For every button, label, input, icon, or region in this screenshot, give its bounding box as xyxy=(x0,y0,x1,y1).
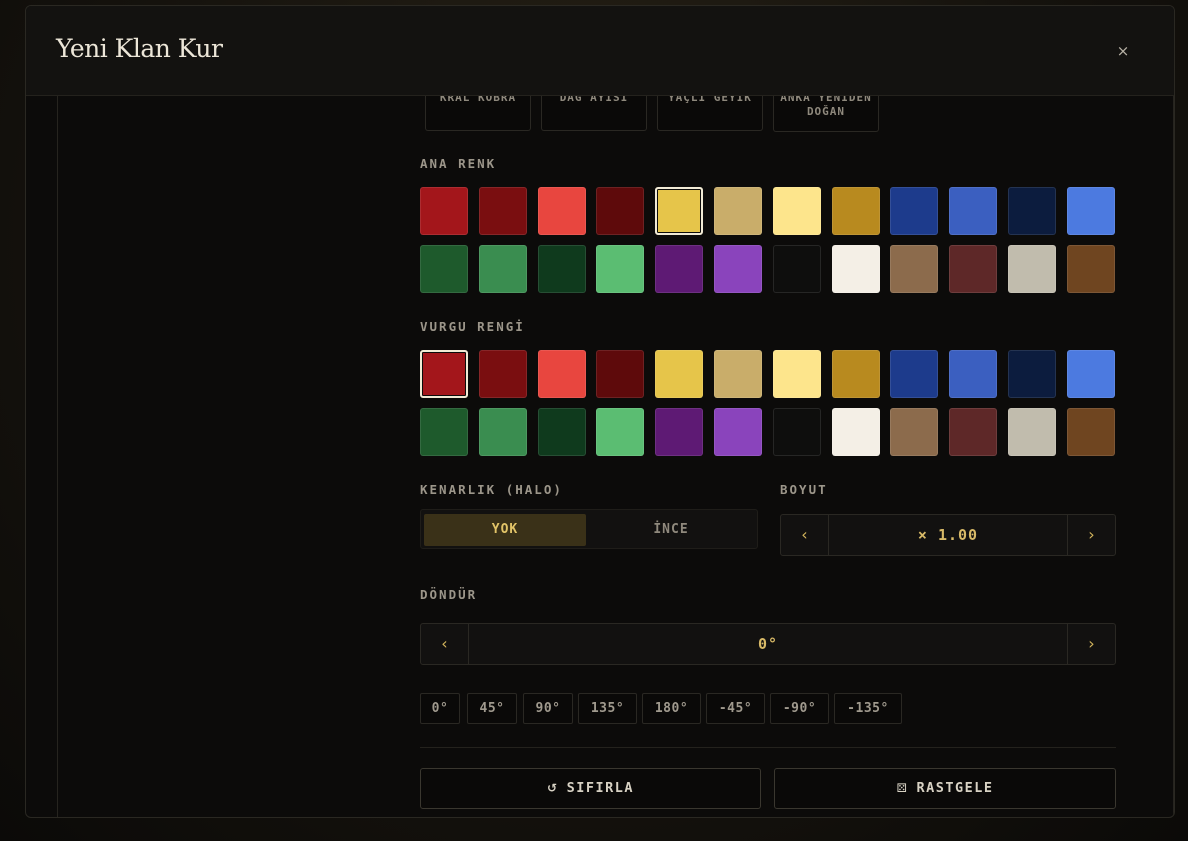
reset-icon: ↺ xyxy=(547,781,559,795)
accent-color-swatch[interactable] xyxy=(478,350,527,398)
angle-preset-0[interactable]: 0° xyxy=(420,693,460,724)
modal-header: Yeni Klan Kur × xyxy=(26,6,1174,96)
primary-color-swatch[interactable] xyxy=(772,245,821,293)
primary-color-swatch[interactable] xyxy=(478,245,527,293)
accent-color-swatch[interactable] xyxy=(949,408,998,456)
rotate-decrease-button[interactable]: ‹ xyxy=(421,624,469,664)
primary-color-swatch[interactable] xyxy=(420,187,468,235)
accent-color-swatch[interactable] xyxy=(420,408,468,456)
accent-color-swatch[interactable] xyxy=(596,408,645,456)
accent-color-swatch[interactable] xyxy=(1008,408,1056,456)
random-label: RASTGELE xyxy=(916,780,994,796)
primary-color-swatch[interactable] xyxy=(772,187,821,235)
primary-color-swatch[interactable] xyxy=(537,245,586,293)
angle-preset-minus-90[interactable]: -90° xyxy=(770,693,829,724)
accent-color-swatch[interactable] xyxy=(1008,350,1056,398)
angle-preset-90[interactable]: 90° xyxy=(523,693,573,724)
primary-color-swatch[interactable] xyxy=(831,245,880,293)
rotate-value: 0° xyxy=(757,635,779,653)
accent-color-swatch[interactable] xyxy=(537,350,586,398)
primary-color-swatch[interactable] xyxy=(655,187,704,235)
accent-color-label: VURGU RENGİ xyxy=(420,319,525,334)
accent-color-swatch[interactable] xyxy=(831,408,880,456)
accent-color-swatch[interactable] xyxy=(890,350,939,398)
primary-color-label: ANA RENK xyxy=(420,156,497,171)
random-button[interactable]: ⚄ RASTGELE xyxy=(774,768,1116,809)
primary-color-swatch[interactable] xyxy=(714,245,762,293)
accent-color-swatch[interactable] xyxy=(890,408,939,456)
halo-option-none[interactable]: YOK xyxy=(424,514,586,546)
accent-color-swatch[interactable] xyxy=(478,408,527,456)
primary-color-swatch[interactable] xyxy=(537,187,586,235)
accent-color-swatch[interactable] xyxy=(420,350,468,398)
angle-preset-180[interactable]: 180° xyxy=(642,693,701,724)
modal-title: Yeni Klan Kur xyxy=(56,34,223,63)
accent-color-swatch[interactable] xyxy=(1066,350,1115,398)
primary-color-swatch[interactable] xyxy=(949,245,998,293)
primary-color-swatch[interactable] xyxy=(1008,187,1056,235)
accent-color-swatch[interactable] xyxy=(714,350,762,398)
preset-king-cobra[interactable]: KRAL KOBRA xyxy=(425,96,531,131)
preset-mountain-bear[interactable]: DAĞ AYISI xyxy=(541,96,647,131)
dice-icon: ⚄ xyxy=(896,781,909,795)
accent-color-swatch[interactable] xyxy=(831,350,880,398)
primary-color-swatch[interactable] xyxy=(1066,245,1115,293)
rotate-increase-button[interactable]: › xyxy=(1067,624,1115,664)
create-clan-modal: Yeni Klan Kur × KRAL KOBRA DAĞ AYISI YAÇ… xyxy=(25,5,1175,818)
primary-color-swatch[interactable] xyxy=(714,187,762,235)
angle-preset-135[interactable]: 135° xyxy=(578,693,637,724)
size-increase-button[interactable]: › xyxy=(1067,515,1115,555)
primary-color-swatch[interactable] xyxy=(890,245,939,293)
accent-color-swatch[interactable] xyxy=(655,408,704,456)
accent-color-swatch[interactable] xyxy=(596,350,645,398)
preset-phoenix[interactable]: ANKA YENİDEN DOĞAN xyxy=(773,96,879,132)
size-value: × 1.00 xyxy=(917,526,979,544)
accent-color-swatch[interactable] xyxy=(714,408,762,456)
size-label: BOYUT xyxy=(780,482,828,497)
rotate-label: DÖNDÜR xyxy=(420,587,478,602)
halo-toggle: YOK İNCE xyxy=(420,509,758,549)
primary-color-swatch[interactable] xyxy=(420,245,468,293)
primary-color-swatch[interactable] xyxy=(831,187,880,235)
halo-label: KENARLIK (HALO) xyxy=(420,482,563,497)
right-scroll-edge xyxy=(1173,96,1174,817)
rotate-stepper: ‹ 0° › xyxy=(420,623,1116,665)
accent-color-swatch[interactable] xyxy=(537,408,586,456)
primary-color-swatch[interactable] xyxy=(596,187,645,235)
size-decrease-button[interactable]: ‹ xyxy=(781,515,829,555)
primary-color-swatch[interactable] xyxy=(1008,245,1056,293)
primary-color-swatch[interactable] xyxy=(949,187,998,235)
accent-color-swatch[interactable] xyxy=(655,350,704,398)
size-stepper: ‹ × 1.00 › xyxy=(780,514,1116,556)
accent-color-swatch[interactable] xyxy=(949,350,998,398)
preview-pane-border xyxy=(57,96,58,817)
accent-color-swatch[interactable] xyxy=(1066,408,1115,456)
primary-color-swatch[interactable] xyxy=(1066,187,1115,235)
reset-button[interactable]: ↺ SIFIRLA xyxy=(420,768,761,809)
divider xyxy=(420,747,1116,748)
accent-color-swatch[interactable] xyxy=(772,350,821,398)
primary-color-swatch[interactable] xyxy=(655,245,704,293)
accent-color-swatch[interactable] xyxy=(772,408,821,456)
reset-label: SIFIRLA xyxy=(566,780,634,796)
angle-preset-minus-45[interactable]: -45° xyxy=(706,693,765,724)
primary-color-swatch[interactable] xyxy=(596,245,645,293)
primary-color-swatch[interactable] xyxy=(890,187,939,235)
angle-preset-minus-135[interactable]: -135° xyxy=(834,693,902,724)
preset-stag[interactable]: YAÇLI GEYİK xyxy=(657,96,763,131)
close-icon[interactable]: × xyxy=(1112,40,1134,62)
halo-option-thin[interactable]: İNCE xyxy=(590,514,752,546)
angle-preset-45[interactable]: 45° xyxy=(467,693,517,724)
primary-color-swatch[interactable] xyxy=(478,187,527,235)
